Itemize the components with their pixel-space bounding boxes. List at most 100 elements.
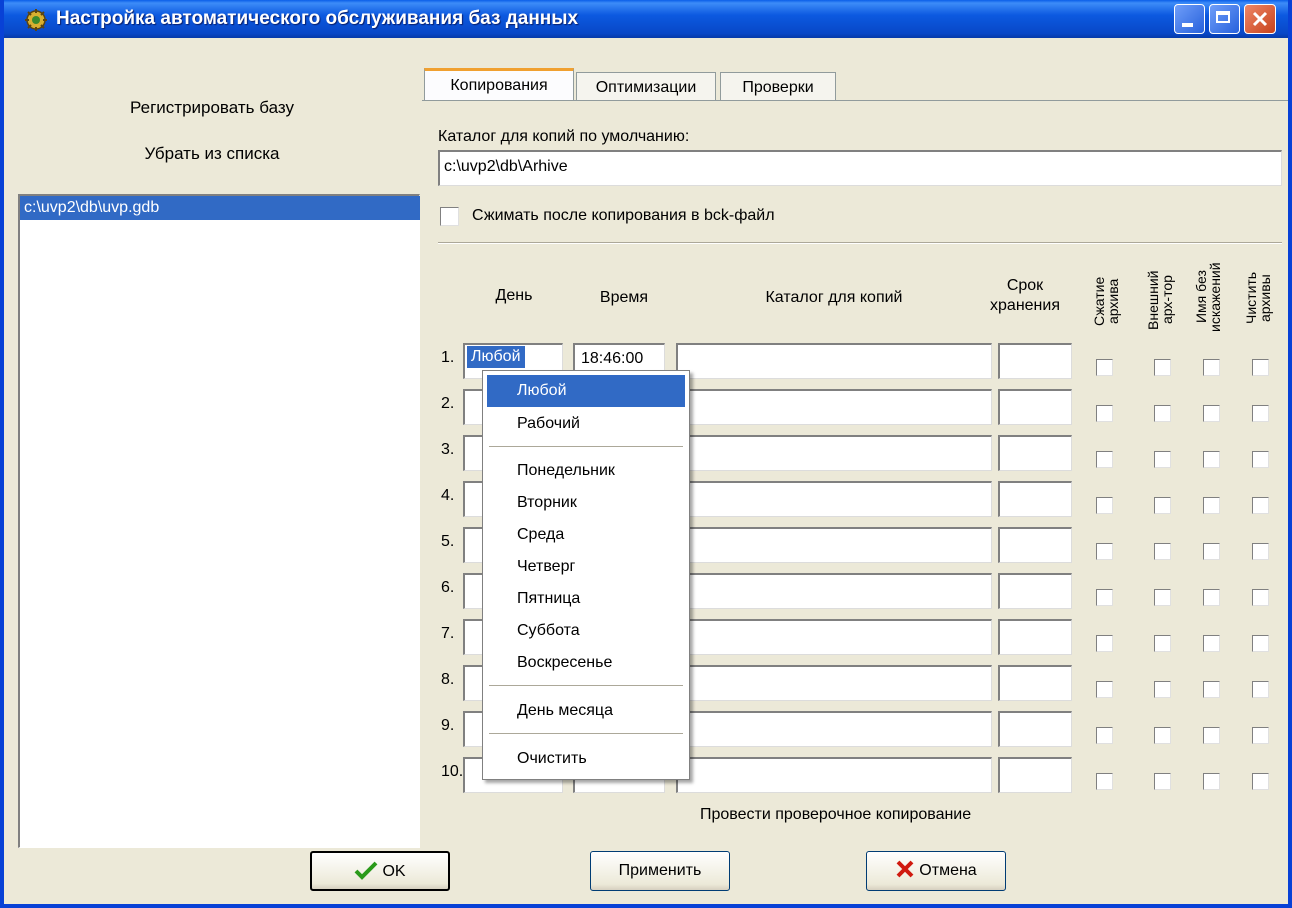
- copy-dir-field[interactable]: [676, 343, 992, 379]
- compress-archive-checkbox[interactable]: [1096, 451, 1113, 468]
- apply-button[interactable]: Применить: [590, 851, 730, 891]
- default-dir-input[interactable]: c:\uvp2\db\Arhive: [438, 150, 1282, 186]
- retention-field[interactable]: [998, 389, 1072, 425]
- clean-archives-checkbox[interactable]: [1252, 589, 1269, 606]
- copy-dir-field[interactable]: [676, 481, 992, 517]
- cancel-label: Отмена: [919, 862, 977, 879]
- maximize-icon[interactable]: [1209, 4, 1240, 34]
- retention-field[interactable]: [998, 343, 1072, 379]
- menu-item-saturday[interactable]: Суббота: [483, 615, 689, 647]
- title-bar[interactable]: Настройка автоматического обслуживания б…: [4, 0, 1288, 38]
- register-db-button[interactable]: Регистрировать базу: [4, 98, 420, 118]
- copy-dir-field[interactable]: [676, 665, 992, 701]
- menu-item-workday[interactable]: Рабочий: [483, 408, 689, 440]
- copy-dir-field[interactable]: [676, 619, 992, 655]
- compress-archive-checkbox[interactable]: [1096, 727, 1113, 744]
- external-archiver-checkbox[interactable]: [1154, 681, 1171, 698]
- external-archiver-checkbox[interactable]: [1154, 543, 1171, 560]
- compress-archive-checkbox[interactable]: [1096, 359, 1113, 376]
- close-icon[interactable]: [1244, 4, 1276, 34]
- compress-archive-checkbox[interactable]: [1096, 635, 1113, 652]
- copy-dir-field[interactable]: [676, 527, 992, 563]
- external-archiver-checkbox[interactable]: [1154, 405, 1171, 422]
- remove-db-button[interactable]: Убрать из списка: [4, 144, 420, 164]
- external-archiver-checkbox[interactable]: [1154, 451, 1171, 468]
- clean-archives-checkbox[interactable]: [1252, 497, 1269, 514]
- cancel-button[interactable]: Отмена: [866, 851, 1006, 891]
- external-archiver-checkbox[interactable]: [1154, 497, 1171, 514]
- col-compress: Сжатие архива: [1091, 276, 1121, 326]
- external-archiver-checkbox[interactable]: [1154, 727, 1171, 744]
- plain-name-checkbox[interactable]: [1203, 773, 1220, 790]
- plain-name-checkbox[interactable]: [1203, 543, 1220, 560]
- retention-field[interactable]: [998, 757, 1072, 793]
- row-number: 8.: [441, 671, 455, 688]
- database-list[interactable]: c:\uvp2\db\uvp.gdb: [18, 194, 420, 848]
- day-value-selected[interactable]: Любой: [467, 346, 525, 368]
- minimize-icon[interactable]: [1174, 4, 1205, 34]
- app-gear-icon: [25, 9, 47, 31]
- compress-archive-checkbox[interactable]: [1096, 681, 1113, 698]
- compress-archive-checkbox[interactable]: [1096, 497, 1113, 514]
- compress-checkbox[interactable]: [440, 207, 459, 226]
- clean-archives-checkbox[interactable]: [1252, 727, 1269, 744]
- retention-field[interactable]: [998, 435, 1072, 471]
- retention-field[interactable]: [998, 527, 1072, 563]
- time-value[interactable]: 18:46:00: [581, 350, 643, 368]
- external-archiver-checkbox[interactable]: [1154, 635, 1171, 652]
- external-archiver-checkbox[interactable]: [1154, 773, 1171, 790]
- clean-archives-checkbox[interactable]: [1252, 405, 1269, 422]
- copy-dir-field[interactable]: [676, 389, 992, 425]
- plain-name-checkbox[interactable]: [1203, 359, 1220, 376]
- clean-archives-checkbox[interactable]: [1252, 635, 1269, 652]
- clean-archives-checkbox[interactable]: [1252, 681, 1269, 698]
- compress-archive-checkbox[interactable]: [1096, 405, 1113, 422]
- menu-item-thursday[interactable]: Четверг: [483, 551, 689, 583]
- retention-field[interactable]: [998, 711, 1072, 747]
- test-copy-button[interactable]: Провести проверочное копирование: [700, 806, 971, 824]
- compress-archive-checkbox[interactable]: [1096, 543, 1113, 560]
- copy-dir-field[interactable]: [676, 711, 992, 747]
- plain-name-checkbox[interactable]: [1203, 451, 1220, 468]
- col-retention: Срок хранения: [990, 277, 1060, 314]
- copy-dir-field[interactable]: [676, 435, 992, 471]
- menu-item-day-of-month[interactable]: День месяца: [483, 695, 689, 727]
- list-item[interactable]: c:\uvp2\db\uvp.gdb: [20, 196, 420, 220]
- ok-label: OK: [382, 863, 406, 880]
- retention-field[interactable]: [998, 665, 1072, 701]
- menu-item-friday[interactable]: Пятница: [483, 583, 689, 615]
- compress-archive-checkbox[interactable]: [1096, 773, 1113, 790]
- plain-name-checkbox[interactable]: [1203, 635, 1220, 652]
- plain-name-checkbox[interactable]: [1203, 589, 1220, 606]
- retention-field[interactable]: [998, 481, 1072, 517]
- clean-archives-checkbox[interactable]: [1252, 773, 1269, 790]
- retention-field[interactable]: [998, 619, 1072, 655]
- button-bar: OK Применить Отмена: [4, 848, 1288, 904]
- clean-archives-checkbox[interactable]: [1252, 451, 1269, 468]
- menu-item-wednesday[interactable]: Среда: [483, 519, 689, 551]
- external-archiver-checkbox[interactable]: [1154, 589, 1171, 606]
- plain-name-checkbox[interactable]: [1203, 681, 1220, 698]
- menu-item-clear[interactable]: Очистить: [483, 743, 689, 775]
- retention-field[interactable]: [998, 573, 1072, 609]
- compress-archive-checkbox[interactable]: [1096, 589, 1113, 606]
- plain-name-checkbox[interactable]: [1203, 405, 1220, 422]
- menu-item-sunday[interactable]: Воскресенье: [483, 647, 689, 679]
- day-dropdown-menu: Любой Рабочий Понедельник Вторник Среда …: [482, 370, 690, 780]
- clean-archives-checkbox[interactable]: [1252, 543, 1269, 560]
- menu-item-monday[interactable]: Понедельник: [483, 455, 689, 487]
- plain-name-checkbox[interactable]: [1203, 497, 1220, 514]
- external-archiver-checkbox[interactable]: [1154, 359, 1171, 376]
- menu-item-tuesday[interactable]: Вторник: [483, 487, 689, 519]
- row-number: 10.: [441, 763, 464, 780]
- col-day: День: [495, 287, 533, 304]
- row-number: 6.: [441, 579, 455, 596]
- copy-dir-field[interactable]: [676, 757, 992, 793]
- default-dir-label: Каталог для копий по умолчанию:: [438, 128, 690, 145]
- clean-archives-checkbox[interactable]: [1252, 359, 1269, 376]
- ok-button[interactable]: OK: [310, 851, 450, 891]
- dialog-window: Настройка автоматического обслуживания б…: [0, 0, 1292, 908]
- menu-item-any[interactable]: Любой: [487, 375, 685, 407]
- copy-dir-field[interactable]: [676, 573, 992, 609]
- plain-name-checkbox[interactable]: [1203, 727, 1220, 744]
